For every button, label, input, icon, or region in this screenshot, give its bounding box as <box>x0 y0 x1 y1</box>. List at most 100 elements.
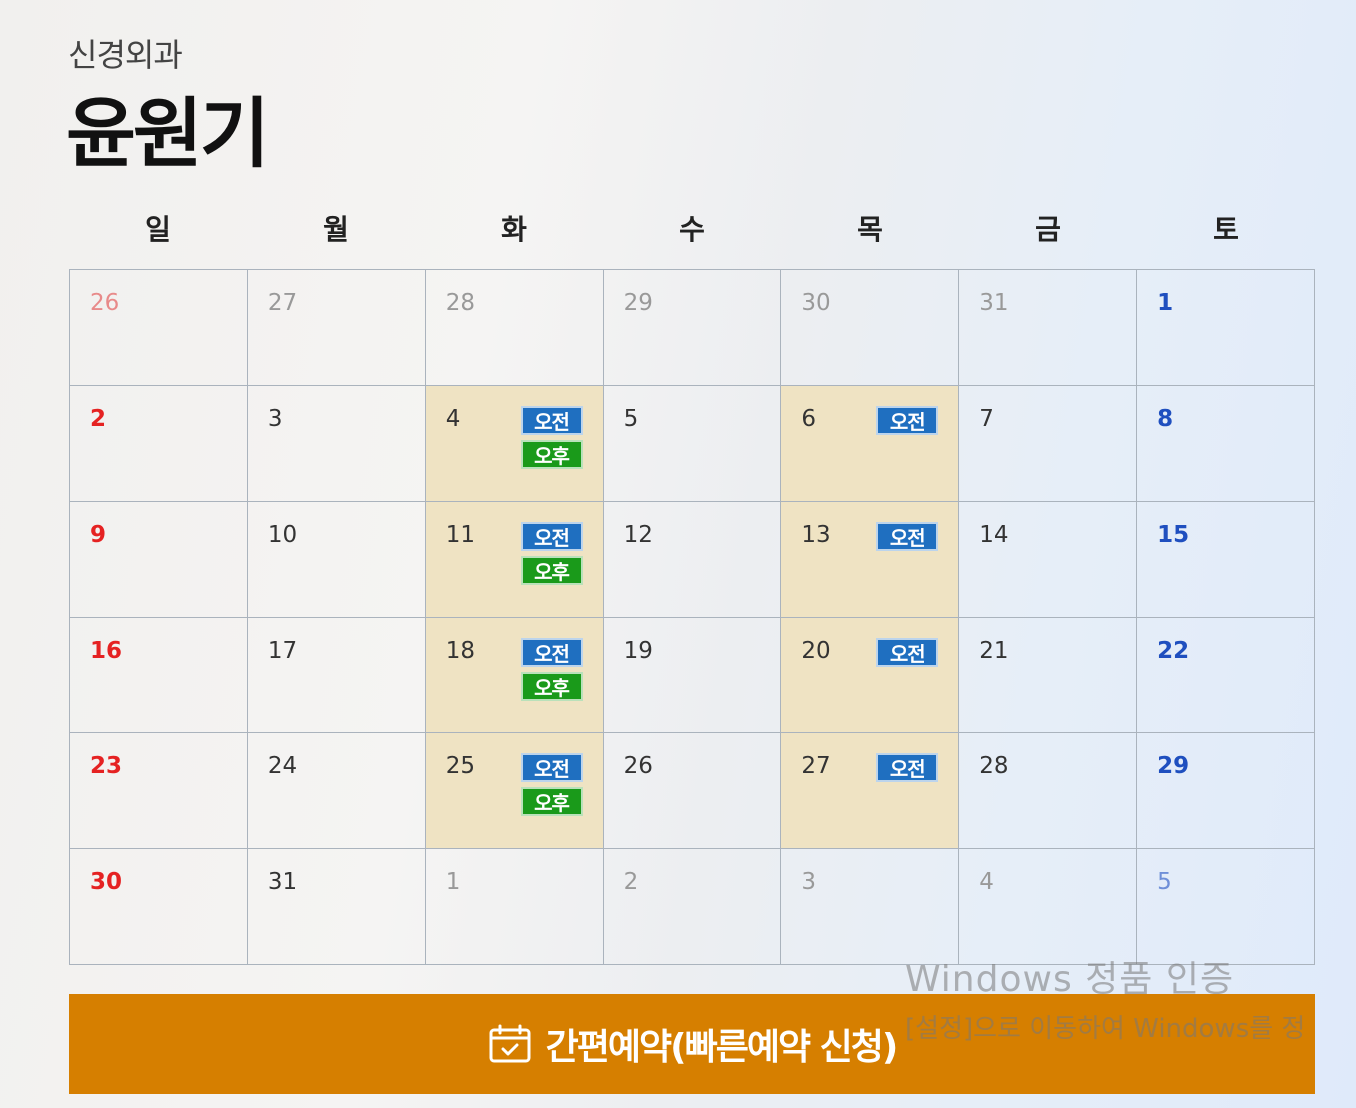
day-number: 21 <box>979 637 1009 664</box>
calendar-day-cell[interactable]: 27 오전 <box>781 733 960 850</box>
day-number: 24 <box>267 753 298 780</box>
day-number: 23 <box>90 753 123 780</box>
slot-badges: 오전 <box>876 637 939 667</box>
day-number: 30 <box>90 869 123 896</box>
day-number: 28 <box>445 290 475 316</box>
day-number: 8 <box>1157 405 1174 432</box>
calendar-day-cell: 26 <box>70 270 248 386</box>
day-number: 5 <box>1157 869 1172 896</box>
calendar-day-cell: 2 <box>603 849 782 965</box>
calendar-day-cell[interactable]: 20 오전 <box>781 617 960 734</box>
day-number: 30 <box>801 290 831 316</box>
calendar-day-cell: 31 <box>959 270 1138 386</box>
doctor-name: 윤원기 <box>66 89 270 178</box>
am-slot-badge[interactable]: 오전 <box>520 637 583 667</box>
day-number: 18 <box>445 637 475 664</box>
weekday-header: 일 월 화 수 목 금 토 <box>69 205 1315 255</box>
day-number: 4 <box>979 869 994 896</box>
calendar-day-cell[interactable]: 11 오전 오후 <box>425 501 604 618</box>
day-number: 29 <box>623 290 653 316</box>
day-number: 31 <box>267 869 298 896</box>
slot-badges: 오전오후 <box>520 637 583 701</box>
day-number: 29 <box>1157 753 1190 780</box>
day-number: 19 <box>623 637 653 664</box>
weekday-sun: 일 <box>145 213 171 246</box>
calendar-day-cell: 1 <box>1137 270 1315 386</box>
day-number: 2 <box>623 869 639 896</box>
calendar-day-cell: 26 <box>603 733 782 850</box>
weekday-tue: 화 <box>501 213 527 246</box>
slot-badges: 오전 <box>876 753 939 783</box>
day-number: 22 <box>1157 637 1190 664</box>
calendar-day-cell: 31 <box>247 849 426 965</box>
day-number: 7 <box>979 405 994 432</box>
day-number: 3 <box>267 405 283 432</box>
quick-reservation-label: 간편예약(빠른예약 신청) <box>545 1027 899 1068</box>
day-number: 15 <box>1157 521 1190 548</box>
day-number: 20 <box>801 637 831 664</box>
calendar-day-cell: 21 <box>959 617 1138 734</box>
slot-badges: 오전 <box>876 521 939 551</box>
pm-slot-badge[interactable]: 오후 <box>520 555 583 585</box>
department-label: 신경외과 <box>68 36 183 74</box>
weekday-wed: 수 <box>679 213 705 246</box>
calendar-day-cell: 14 <box>959 501 1138 618</box>
day-number: 3 <box>801 869 817 896</box>
am-slot-badge[interactable]: 오전 <box>520 405 583 435</box>
day-number: 2 <box>90 405 107 432</box>
calendar-day-cell: 23 <box>70 733 248 850</box>
calendar-day-cell: 4 <box>959 849 1138 965</box>
calendar-grid: 26 27 28 29 30 31 1 2 3 4 오전 오후 5 6 오전 7 8 9 10 11 오전 오후 12 13 오… <box>69 269 1315 965</box>
day-number: 6 <box>801 405 817 432</box>
calendar-day-cell: 7 <box>959 385 1138 502</box>
slot-badges: 오전오후 <box>520 521 583 585</box>
day-number: 10 <box>267 521 298 548</box>
am-slot-badge[interactable]: 오전 <box>876 637 939 667</box>
calendar-day-cell[interactable]: 18 오전오후 <box>425 617 604 734</box>
calendar-day-cell[interactable]: 13 오전 <box>781 501 960 618</box>
calendar-day-cell: 30 <box>781 270 960 386</box>
calendar-day-cell[interactable]: 6 오전 <box>781 385 960 502</box>
calendar-day-cell: 5 <box>603 385 782 502</box>
am-slot-badge[interactable]: 오전 <box>520 753 583 783</box>
pm-slot-badge[interactable]: 오후 <box>520 439 583 469</box>
calendar-day-cell: 24 <box>247 733 426 850</box>
calendar-day-cell: 29 <box>1137 733 1315 850</box>
calendar-day-cell: 9 <box>70 501 248 618</box>
day-number: 28 <box>979 753 1009 780</box>
pm-slot-badge[interactable]: 오후 <box>520 671 583 701</box>
calendar-day-cell: 12 <box>603 501 782 618</box>
day-number: 1 <box>445 869 461 896</box>
calendar-day-cell: 28 <box>959 733 1138 850</box>
calendar-day-cell: 19 <box>603 617 782 734</box>
day-number: 31 <box>979 290 1009 316</box>
calendar-day-cell: 5 <box>1137 849 1315 965</box>
weekday-fri: 금 <box>1035 213 1061 246</box>
calendar-day-cell[interactable]: 25 오전오후 <box>425 733 604 850</box>
day-number: 9 <box>90 521 107 548</box>
day-number: 13 <box>801 521 831 548</box>
calendar-day-cell: 30 <box>70 849 248 965</box>
am-slot-badge[interactable]: 오전 <box>876 521 939 551</box>
calendar-day-cell: 29 <box>603 270 782 386</box>
calendar-day-cell: 1 <box>425 849 604 965</box>
day-number: 14 <box>979 521 1009 548</box>
calendar-day-cell: 3 <box>247 385 426 502</box>
weekday-mon: 월 <box>323 213 349 246</box>
day-number: 1 <box>1157 290 1174 316</box>
weekday-sat: 토 <box>1213 213 1239 246</box>
am-slot-badge[interactable]: 오전 <box>876 405 939 435</box>
calendar-day-cell: 3 <box>781 849 960 965</box>
slot-badges: 오전오후 <box>520 405 583 469</box>
quick-reservation-button[interactable]: 간편예약(빠른예약 신청) <box>69 994 1315 1094</box>
slot-badges: 오전 <box>876 405 939 435</box>
pm-slot-badge[interactable]: 오후 <box>520 787 583 817</box>
day-number: 25 <box>445 753 475 780</box>
day-number: 5 <box>623 405 639 432</box>
am-slot-badge[interactable]: 오전 <box>520 521 583 551</box>
calendar-day-cell[interactable]: 4 오전 오후 <box>425 385 604 502</box>
day-number: 26 <box>623 753 653 780</box>
calendar-day-cell: 17 <box>247 617 426 734</box>
am-slot-badge[interactable]: 오전 <box>876 753 939 783</box>
calendar-check-icon <box>489 1024 531 1063</box>
